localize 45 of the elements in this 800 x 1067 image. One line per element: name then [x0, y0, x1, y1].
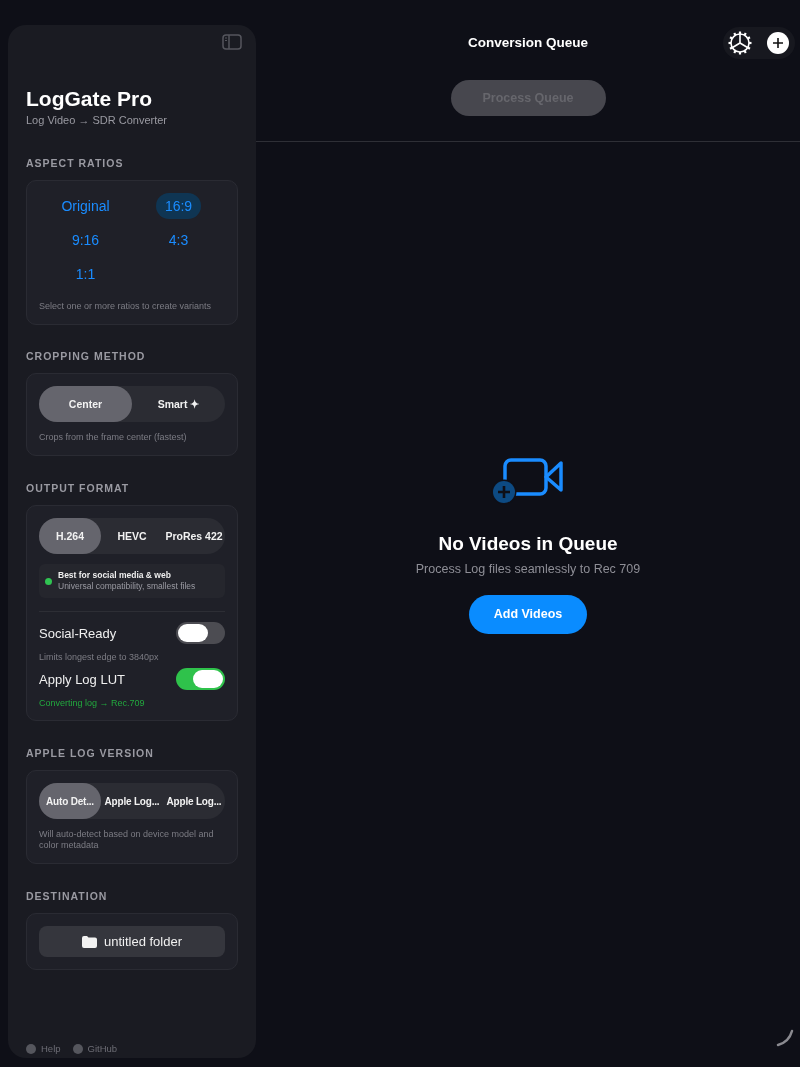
segment-option[interactable]: HEVC — [101, 518, 163, 555]
toggle-label: Social-Ready — [39, 625, 117, 641]
folder-icon — [81, 935, 97, 948]
section-heading: CROPPING METHOD — [26, 350, 147, 363]
resize-handle-icon[interactable] — [776, 1029, 794, 1047]
toggle-switch[interactable] — [176, 668, 225, 691]
app-title: LogGate Pro — [26, 86, 153, 112]
segment-option[interactable]: Apple Log... — [163, 783, 225, 820]
section-heading: DESTINATION — [26, 890, 109, 903]
info-detail: Universal compatibility, smallest files — [58, 581, 196, 593]
footer-link[interactable]: Help — [26, 1043, 61, 1054]
ratio-option[interactable]: 1:1 — [66, 261, 105, 288]
status-dot-icon — [45, 577, 52, 585]
footer-link[interactable]: GitHub — [72, 1043, 118, 1054]
section-heading: ASPECT RATIOS — [26, 157, 125, 170]
hint-text: Crops from the frame center (fastest) — [39, 432, 188, 444]
app-subtitle: Log Video → SDR Converter — [26, 114, 169, 127]
ratio-option[interactable]: Original — [52, 193, 119, 220]
toggle-label: Apply Log LUT — [39, 671, 125, 687]
ratio-option[interactable]: 16:9 — [155, 193, 202, 220]
segment-option[interactable]: Apple Log... — [101, 783, 163, 820]
empty-state-title: No Videos in Queue — [438, 532, 618, 555]
add-video-icon — [491, 456, 565, 505]
toggle-note: Converting log → Rec.709 — [39, 698, 146, 709]
toggle-switch[interactable] — [176, 622, 225, 645]
segment-option[interactable]: Smart ✦ — [132, 386, 225, 423]
segment-option[interactable]: H.264 — [39, 518, 101, 555]
section-heading: OUTPUT FORMAT — [26, 482, 131, 495]
segment-option[interactable]: Auto Det... — [39, 783, 101, 820]
segment-option[interactable]: Center — [39, 386, 132, 423]
hint-text: Select one or more ratios to create variants — [39, 301, 213, 313]
hint-text: Will auto-detect based on device model and color metadata — [39, 829, 215, 852]
empty-state-message: Process Log files seamlessly to Rec 709 — [415, 561, 641, 576]
add-icon[interactable] — [767, 32, 789, 54]
folder-button[interactable]: untitled folder — [39, 926, 225, 958]
section-heading: APPLE LOG VERSION — [26, 747, 155, 760]
sidebar-toggle-icon[interactable] — [222, 34, 242, 50]
segment-option[interactable]: ProRes 422 — [163, 518, 225, 555]
info-title: Best for social media & web — [58, 570, 172, 582]
page-title: Conversion Queue — [468, 35, 588, 50]
settings-icon[interactable] — [727, 30, 753, 56]
add-videos-button[interactable]: Add Videos — [469, 594, 587, 634]
ratio-option[interactable]: 9:16 — [62, 227, 109, 254]
ratio-option[interactable]: 4:3 — [159, 227, 198, 254]
toggle-note: Limits longest edge to 3840px — [39, 652, 160, 663]
